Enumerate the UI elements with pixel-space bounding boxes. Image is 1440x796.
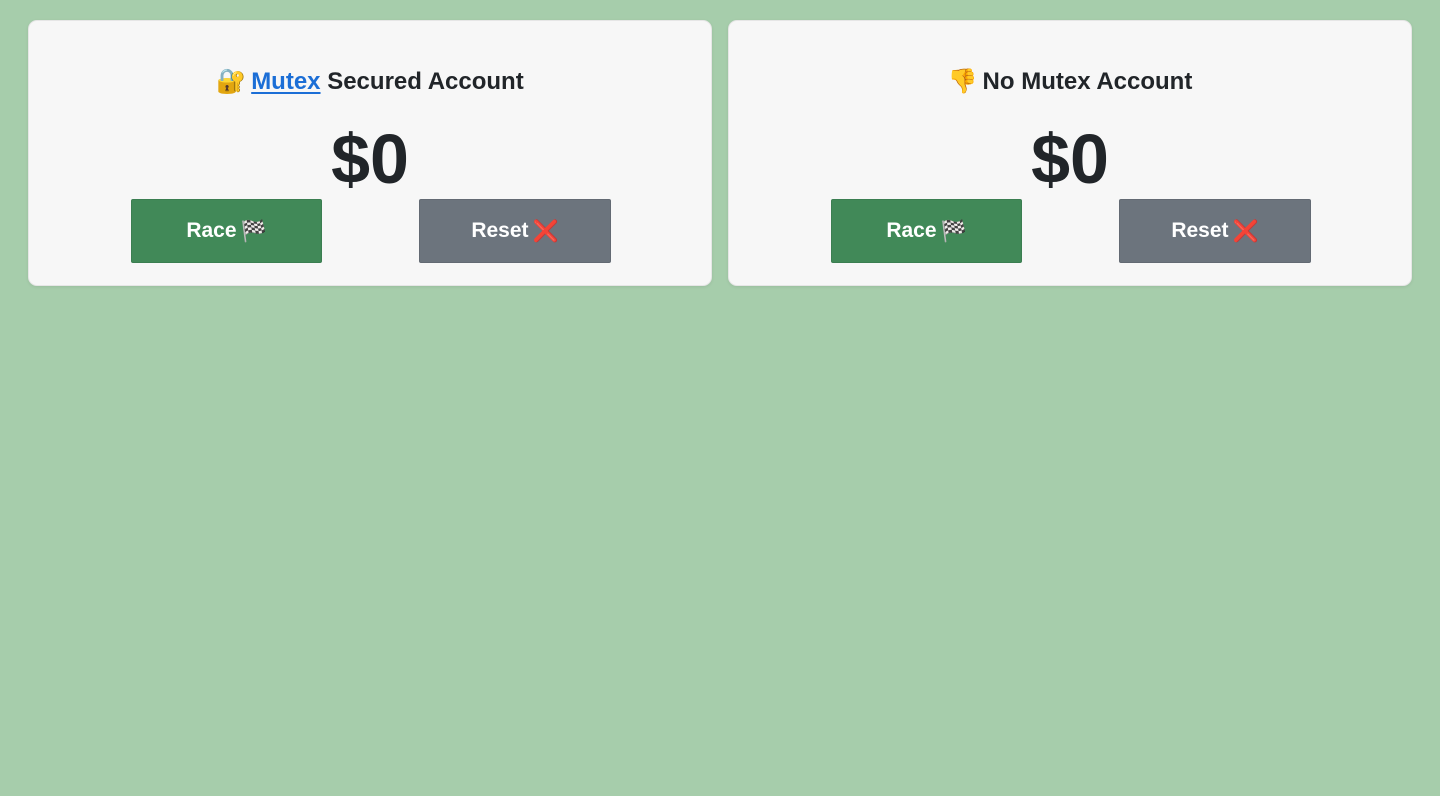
card-title: 🔐 Mutex Secured Account	[29, 65, 711, 98]
account-balance: $0	[331, 120, 409, 198]
page: 🔐 Mutex Secured Account $0 Race 🏁 Reset ❌ 👎…	[0, 0, 1440, 796]
reset-button-label: Reset	[1171, 219, 1229, 242]
race-button-label: Race	[886, 219, 937, 242]
checkered-flag-icon: 🏁	[240, 218, 267, 243]
reset-button[interactable]: Reset ❌	[419, 199, 611, 263]
reset-button-label: Reset	[471, 219, 529, 242]
race-button-label: Race	[186, 219, 237, 242]
account-balance: $0	[1031, 120, 1109, 198]
lock-with-key-icon: 🔐	[216, 67, 247, 95]
mutex-link[interactable]: Mutex	[251, 68, 320, 95]
cross-mark-icon: ❌	[1232, 218, 1259, 243]
race-button[interactable]: Race 🏁	[831, 199, 1022, 263]
reset-button[interactable]: Reset ❌	[1119, 199, 1311, 263]
mutex-secured-account-card: 🔐 Mutex Secured Account $0 Race 🏁 Reset ❌	[28, 20, 712, 286]
checkered-flag-icon: 🏁	[940, 218, 967, 243]
card-title-text: No Mutex Account	[982, 68, 1193, 95]
cross-mark-icon: ❌	[532, 218, 559, 243]
thumbs-down-icon: 👎	[947, 67, 978, 95]
no-mutex-account-card: 👎 No Mutex Account $0 Race 🏁 Reset ❌	[728, 20, 1412, 286]
card-title: 👎 No Mutex Account	[729, 65, 1411, 98]
race-button[interactable]: Race 🏁	[131, 199, 322, 263]
card-title-text: Secured Account	[327, 68, 524, 95]
